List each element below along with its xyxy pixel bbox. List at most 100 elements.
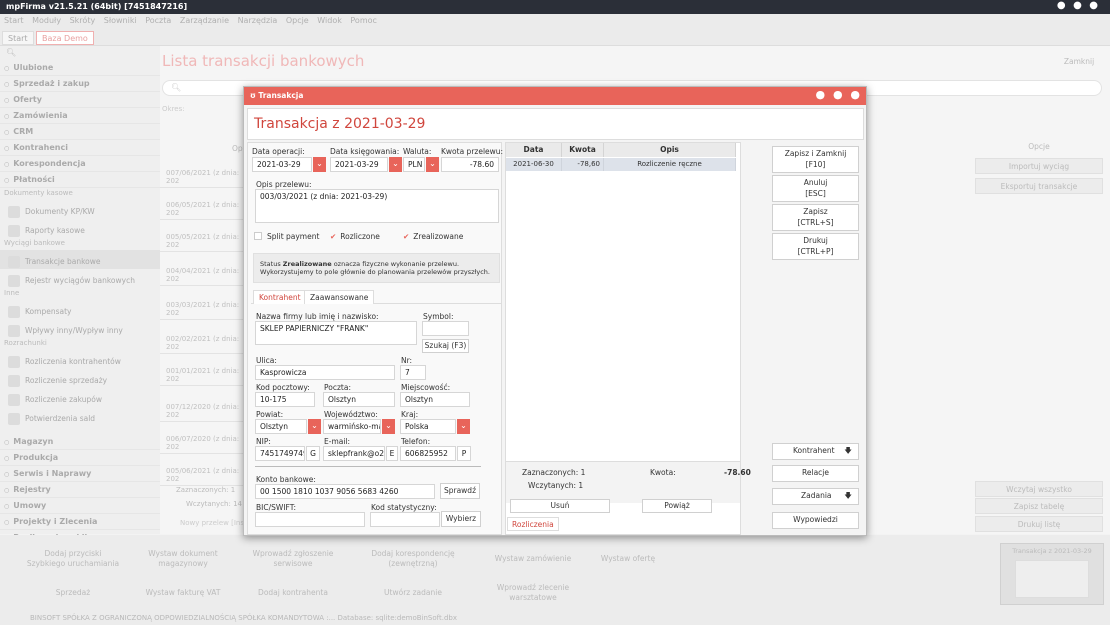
chevron-down-icon[interactable]: ⌄ [457,419,470,434]
service-request-button[interactable]: Wprowadź zgłoszenie serwisowe [238,543,348,575]
phone-call-button[interactable]: P [457,446,471,461]
sidebar-item-rozl-kontrahentow[interactable]: Rozliczenia kontrahentów [0,350,160,369]
rozliczone-checkbox[interactable]: ✔ Rozliczone [330,232,380,241]
wojewodztwo-select[interactable]: warmińsko-mazu [323,419,381,434]
sidebar-item-rozl-sprzedazy[interactable]: Rozliczenie sprzedaży [0,369,160,388]
sidebar-item-zamowienia[interactable]: Zamówienia [0,108,160,124]
relations-button[interactable]: Relacje [772,465,859,482]
nazwa-input[interactable]: SKLEP PAPIERNICZY "FRANK" [255,321,417,345]
window-menu-icon[interactable]: ● ● ● [1057,0,1100,11]
kwota-input[interactable]: -78.60 [441,157,499,172]
menu-start[interactable]: Start [4,16,24,25]
data-ksiegowania-input[interactable]: 2021-03-29 [330,157,388,172]
split-payment-checkbox[interactable]: Split payment [254,232,319,241]
tab-kontrahent[interactable]: Kontrahent [253,290,307,304]
menu-poczta[interactable]: Poczta [145,16,171,25]
export-transactions-button[interactable]: Eksportuj transakcje [975,178,1103,194]
sidebar-item-rejestry[interactable]: Rejestry [0,482,160,498]
load-all-button[interactable]: Wczytaj wszystko [975,481,1103,497]
sidebar-item-ulubione[interactable]: Ulubione [0,60,160,76]
save-table-button[interactable]: Zapisz tabelę [975,498,1103,514]
sidebar-item-kpkw[interactable]: Dokumenty KP/KW [0,200,160,219]
statements-button[interactable]: Wypowiedzi [772,512,859,529]
table-cell-kwota[interactable]: -78,60 [562,158,604,171]
poczta-input[interactable]: Olsztyn [323,392,395,407]
ulica-input[interactable]: Kasprowicza [255,365,395,380]
list-item[interactable]: 007/12/2020 (z dnia: 202 [160,392,250,422]
search-button[interactable]: Szukaj (F3) [422,339,469,353]
menu-moduly[interactable]: Moduły [32,16,61,25]
sales-button[interactable]: Sprzedaż [18,577,128,609]
sidebar-item-rejestr[interactable]: Rejestr wyciągów bankowych [0,269,160,288]
chevron-down-icon[interactable]: ⌄ [389,157,402,172]
nip-gus-button[interactable]: G [306,446,320,461]
menu-narzedzia[interactable]: Narzędzia [238,16,278,25]
email-input[interactable]: sklepfrank@o2.pl [323,446,385,461]
issue-warehouse-doc-button[interactable]: Wystaw dokument magazynowy [128,543,238,575]
list-item[interactable]: 004/04/2021 (z dnia: 202 [160,256,250,286]
add-contractor-button[interactable]: Dodaj kontrahenta [238,577,348,609]
sidebar-item-raporty[interactable]: Raporty kasowe [0,219,160,238]
menu-slowniki[interactable]: Słowniki [104,16,137,25]
save-button[interactable]: Zapisz [CTRL+S] [772,204,859,231]
kod-input[interactable]: 10-175 [255,392,315,407]
tab-zaawansowane[interactable]: Zaawansowane [304,290,375,304]
chevron-down-icon[interactable]: ⌄ [308,419,321,434]
save-close-button[interactable]: Zapisz i Zamknij [F10] [772,146,859,173]
issue-offer-button[interactable]: Wystaw ofertę [598,543,658,575]
sidebar-item-oferty[interactable]: Oferty [0,92,160,108]
symbol-input[interactable] [422,321,469,336]
table-cell-opis[interactable]: Rozliczenie ręczne [604,158,736,171]
sidebar-item-produkcja[interactable]: Produkcja [0,450,160,466]
list-item[interactable]: 007/06/2021 (z dnia: 202 [160,158,250,188]
verify-account-button[interactable]: Sprawdź [440,483,480,499]
sidebar-item-kompensaty[interactable]: Kompensaty [0,300,160,319]
delete-button[interactable]: Usuń [510,499,610,513]
miejscowosc-input[interactable]: Olsztyn [400,392,470,407]
menu-zarzadzanie[interactable]: Zarządzanie [180,16,229,25]
issue-order-button[interactable]: Wystaw zamówienie [478,543,588,575]
kontrahent-button[interactable]: Kontrahent 🡇 [772,443,859,460]
choose-button[interactable]: Wybierz [441,511,481,527]
sidebar-search-icon[interactable]: 🔍︎ [0,46,160,60]
tab-baza-demo[interactable]: Baza Demo [36,31,94,45]
nip-input[interactable]: 7451749749 [255,446,305,461]
sidebar-item-rozl-zakupow[interactable]: Rozliczenie zakupów [0,388,160,407]
powiat-select[interactable]: Olsztyn [255,419,307,434]
print-list-button[interactable]: Drukuj listę [975,516,1103,532]
menu-skroty[interactable]: Skróty [70,16,96,25]
email-send-button[interactable]: E [386,446,398,461]
sidebar-item-umowy[interactable]: Umowy [0,498,160,514]
print-button[interactable]: Drukuj [CTRL+P] [772,233,859,260]
konto-input[interactable]: 00 1500 1810 1037 9056 5683 4260 [255,484,435,499]
bic-input[interactable] [255,512,365,527]
workshop-order-button[interactable]: Wprowadź zlecenie warsztatowe [478,577,588,609]
sidebar-item-serwis[interactable]: Serwis i Naprawy [0,466,160,482]
import-statement-button[interactable]: Importuj wyciąg [975,158,1103,174]
sidebar-item-magazyn[interactable]: Magazyn [0,434,160,450]
sidebar-item-crm[interactable]: CRM [0,124,160,140]
list-item[interactable]: 002/02/2021 (z dnia: 202 [160,324,250,354]
menu-widok[interactable]: Widok [317,16,342,25]
zrealizowane-checkbox[interactable]: ✔ Zrealizowane [403,232,463,241]
chevron-down-icon[interactable]: ⌄ [426,157,439,172]
waluta-select[interactable]: PLN [403,157,425,172]
table-cell-data[interactable]: 2021-06-30 [506,158,562,171]
telefon-input[interactable]: 606825952 [400,446,456,461]
cancel-button[interactable]: Anuluj [ESC] [772,175,859,202]
list-item[interactable]: 006/05/2021 (z dnia: 202 [160,190,250,220]
add-quick-buttons-button[interactable]: Dodaj przyciski Szybkiego uruchamiania [18,543,128,575]
tab-start[interactable]: Start [2,31,34,45]
list-item[interactable]: 001/01/2021 (z dnia: 202 [160,356,250,386]
sidebar-item-korespondencja[interactable]: Korespondencja [0,156,160,172]
list-item[interactable]: 005/05/2021 (z dnia: 202 [160,222,250,252]
sidebar-item-projekty[interactable]: Projekty i Zlecenia [0,514,160,530]
sidebar-item-transakcje[interactable]: Transakcje bankowe [0,250,160,269]
column-header-kwota[interactable]: Kwota [562,143,604,157]
chevron-down-icon[interactable]: ⌄ [313,157,326,172]
nr-input[interactable]: 7 [400,365,426,380]
sidebar-item-platnosci[interactable]: Płatności [0,172,160,188]
column-header-data[interactable]: Data [506,143,562,157]
list-item[interactable]: 006/07/2020 (z dnia: 202 [160,424,250,454]
window-preview-thumbnail[interactable]: Transakcja z 2021-03-29 [1000,543,1104,605]
